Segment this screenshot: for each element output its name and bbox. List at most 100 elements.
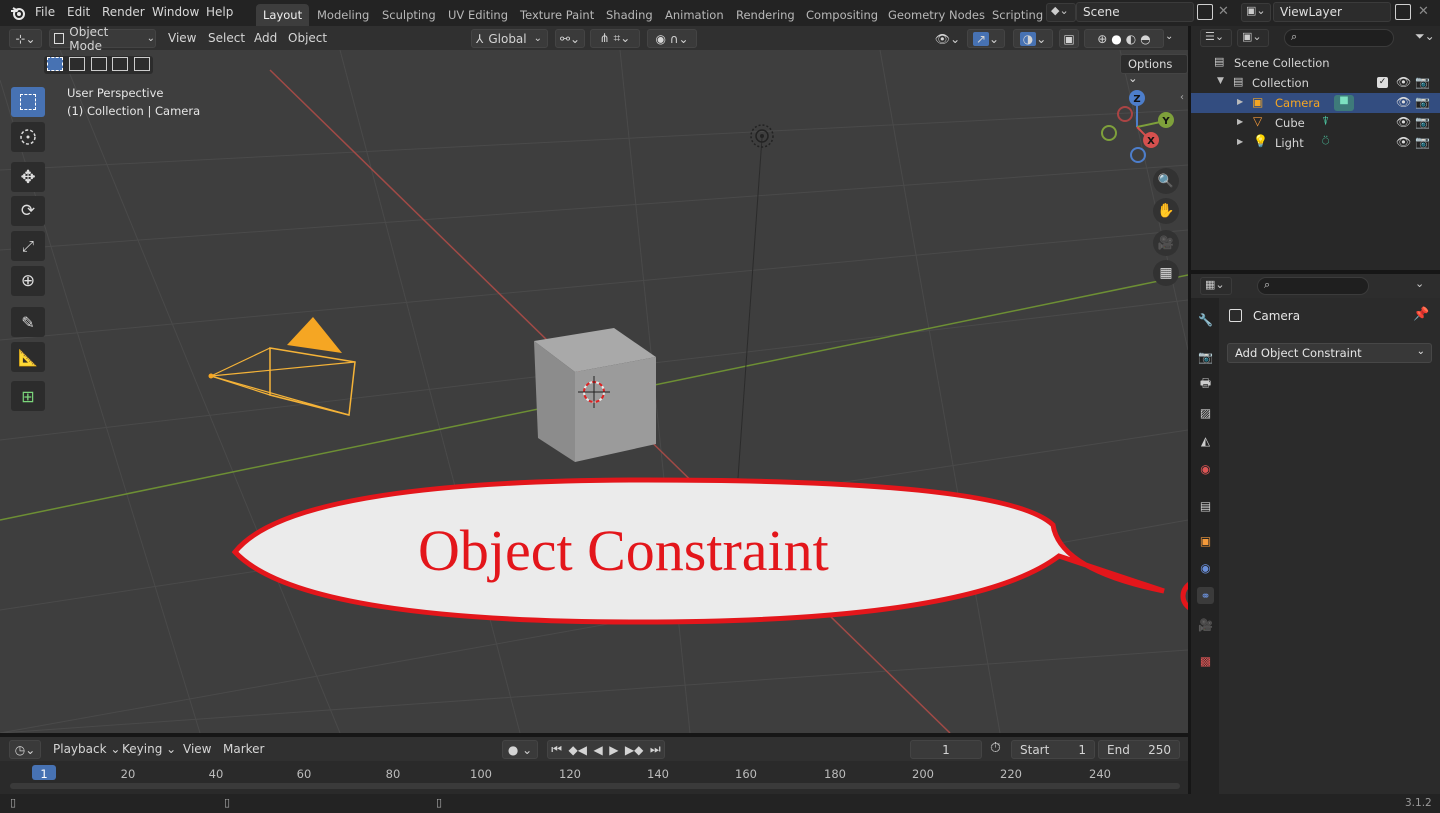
pan-hand-icon[interactable]: ✋ — [1153, 198, 1179, 224]
previous-keyframe-icon[interactable]: ◆◀ — [569, 743, 587, 757]
measure-tool-icon[interactable]: 📐 — [11, 342, 45, 372]
texture-tab-icon[interactable]: ▩ — [1197, 652, 1214, 669]
collection-tab-icon[interactable]: ▤ — [1197, 497, 1214, 514]
gizmo-toggle-icon[interactable]: ↗ ⌄ — [967, 29, 1005, 48]
timeline-area[interactable]: 1 20 40 60 80 100 120 140 160 180 200 22… — [0, 761, 1188, 794]
render-tab-icon[interactable]: 📷 — [1197, 348, 1214, 365]
jump-start-icon[interactable]: ⏮ — [551, 742, 562, 757]
menu-file[interactable]: File — [35, 5, 55, 19]
expand-arrow-icon[interactable]: ▶ — [1237, 97, 1243, 106]
select-invert-icon[interactable] — [112, 57, 129, 71]
transform-orientation-select[interactable]: ⅄ Global ⌄ — [471, 29, 548, 48]
tab-layout[interactable]: Layout — [256, 4, 310, 26]
object-tab-icon[interactable]: ▣ — [1197, 532, 1214, 549]
outliner-row-light[interactable]: ▶ 💡 Light ⍥ 👁 📷 — [1191, 133, 1440, 153]
add-cube-tool-icon[interactable]: ⊞ — [11, 381, 45, 411]
select-subtract-icon[interactable] — [90, 57, 107, 71]
cube-object[interactable] — [534, 328, 656, 462]
select-new-icon[interactable] — [47, 57, 63, 71]
menu-playback[interactable]: Playback ⌄ — [53, 742, 120, 756]
tab-animation[interactable]: Animation — [658, 4, 731, 26]
camera-view-icon[interactable]: 🎥 — [1153, 230, 1179, 256]
wireframe-shading-icon[interactable]: ⊕ — [1097, 32, 1107, 46]
tab-scripting[interactable]: Scripting — [985, 4, 1050, 26]
menu-timeline-view[interactable]: View — [183, 742, 211, 756]
world-tab-icon[interactable]: ◉ — [1197, 460, 1214, 477]
annotate-tool-icon[interactable]: ✎ — [11, 307, 45, 337]
stopwatch-icon[interactable]: ⏱ — [990, 740, 1001, 756]
camera-render-icon[interactable]: 📷 — [1415, 115, 1430, 129]
start-frame-field[interactable]: Start 1 — [1011, 740, 1095, 759]
outliner-row-camera[interactable]: ▶ ▣ Camera ■ 👁 📷 — [1191, 93, 1440, 113]
menu-keying[interactable]: Keying ⌄ — [122, 742, 176, 756]
record-keyframe-icon[interactable]: ● ⌄ — [502, 740, 538, 759]
camera-render-icon[interactable]: 📷 — [1415, 135, 1430, 149]
checkbox-icon[interactable]: ✓ — [1377, 77, 1388, 88]
expand-arrow-icon[interactable]: ▶ — [1237, 137, 1243, 146]
camera-data-icon[interactable]: ■ — [1334, 95, 1354, 111]
filter-icon[interactable]: ⏷⌄ — [1415, 29, 1435, 44]
options-dropdown[interactable]: Options ⌄ — [1120, 54, 1188, 85]
object-constraint-tab-icon[interactable]: ⚭ — [1197, 587, 1214, 604]
blender-logo-icon[interactable] — [10, 5, 26, 24]
scene-name-field[interactable]: Scene — [1076, 2, 1194, 22]
outliner-row-cube[interactable]: ▶ ▽ Cube ⍒ 👁 📷 — [1191, 113, 1440, 133]
eye-icon[interactable]: 👁 — [1396, 135, 1411, 149]
close-scene-icon[interactable]: ✕ — [1218, 4, 1229, 19]
menu-object[interactable]: Object — [288, 31, 327, 45]
rendered-shading-icon[interactable]: ◓ — [1140, 32, 1150, 46]
light-data-icon[interactable]: ⍥ — [1322, 134, 1329, 149]
pivot-point-icon[interactable]: ⚯⌄ — [555, 29, 585, 48]
properties-options-chevron-icon[interactable]: ⌄ — [1415, 277, 1424, 290]
solid-shading-icon[interactable]: ● — [1111, 32, 1121, 46]
orthographic-grid-icon[interactable]: ▦ — [1153, 260, 1179, 286]
mesh-data-icon[interactable]: ⍒ — [1322, 114, 1329, 129]
properties-search-input[interactable]: ⌕ — [1257, 277, 1369, 295]
expand-arrow-icon[interactable]: ▶ — [1237, 117, 1243, 126]
overlays-toggle-icon[interactable]: ◑ ⌄ — [1013, 29, 1053, 48]
camera-data-tab-icon[interactable]: 🎥 — [1197, 616, 1214, 633]
view-layer-field[interactable]: ViewLayer — [1273, 2, 1391, 22]
menu-window[interactable]: Window — [152, 5, 199, 19]
next-keyframe-icon[interactable]: ▶◆ — [625, 743, 643, 757]
navigation-gizmo[interactable]: Z Y X — [1095, 87, 1180, 167]
eye-icon[interactable]: 👁 — [1396, 75, 1411, 89]
menu-help[interactable]: Help — [206, 5, 233, 19]
camera-render-icon[interactable]: 📷 — [1415, 75, 1430, 89]
outliner-row-scene-collection[interactable]: ▤ Scene Collection — [1191, 53, 1440, 73]
material-shading-icon[interactable]: ◐ — [1126, 32, 1136, 46]
outliner-editor-type-icon[interactable]: ☰⌄ — [1200, 29, 1232, 47]
eye-icon[interactable]: 👁 — [1396, 95, 1411, 109]
mode-selector[interactable]: Object Mode ⌄ — [49, 25, 156, 53]
menu-render[interactable]: Render — [102, 5, 145, 19]
sidebar-toggle-chevron-icon[interactable]: ‹ — [1180, 92, 1184, 103]
scene-selector-icon[interactable]: ◆⌄ — [1046, 3, 1076, 22]
visibility-icon[interactable]: 👁⌄ — [931, 29, 964, 48]
play-icon[interactable]: ▶ — [609, 743, 618, 757]
menu-marker[interactable]: Marker — [223, 742, 264, 756]
zoom-icon[interactable]: 🔍 — [1153, 168, 1179, 194]
play-reverse-icon[interactable]: ◀ — [593, 743, 602, 757]
rotate-tool-icon[interactable]: ⟳ — [11, 196, 45, 226]
pin-icon[interactable]: 📌 — [1413, 307, 1429, 322]
menu-view[interactable]: View — [168, 31, 196, 45]
tab-sculpting[interactable]: Sculpting — [375, 4, 443, 26]
snapping-icon[interactable]: ⋔ ⌗⌄ — [590, 29, 640, 48]
scene-tab-icon[interactable]: ◭ — [1197, 432, 1214, 449]
output-tab-icon[interactable]: 🖶 — [1197, 376, 1214, 393]
cursor-tool-icon[interactable] — [11, 122, 45, 152]
move-tool-icon[interactable]: ✥ — [11, 162, 45, 192]
outliner-search-input[interactable]: ⌕ — [1284, 29, 1394, 47]
outliner-row-collection[interactable]: ▼ ▤ Collection ✓ 👁 📷 — [1191, 73, 1440, 93]
xray-toggle-icon[interactable]: ▣ — [1059, 29, 1079, 48]
current-frame-field[interactable]: 1 — [910, 740, 982, 759]
editor-type-icon[interactable]: ⊹⌄ — [9, 29, 42, 48]
timeline-scrollbar[interactable] — [10, 783, 1180, 789]
scale-tool-icon[interactable]: ⤢ — [11, 231, 45, 261]
camera-render-icon[interactable]: 📷 — [1415, 95, 1430, 109]
tab-texture-paint[interactable]: Texture Paint — [513, 4, 601, 26]
shading-options-chevron-icon[interactable]: ⌄ — [1165, 31, 1173, 42]
select-extend-icon[interactable] — [68, 57, 85, 71]
select-intersect-icon[interactable] — [134, 57, 151, 71]
menu-edit[interactable]: Edit — [67, 5, 90, 19]
